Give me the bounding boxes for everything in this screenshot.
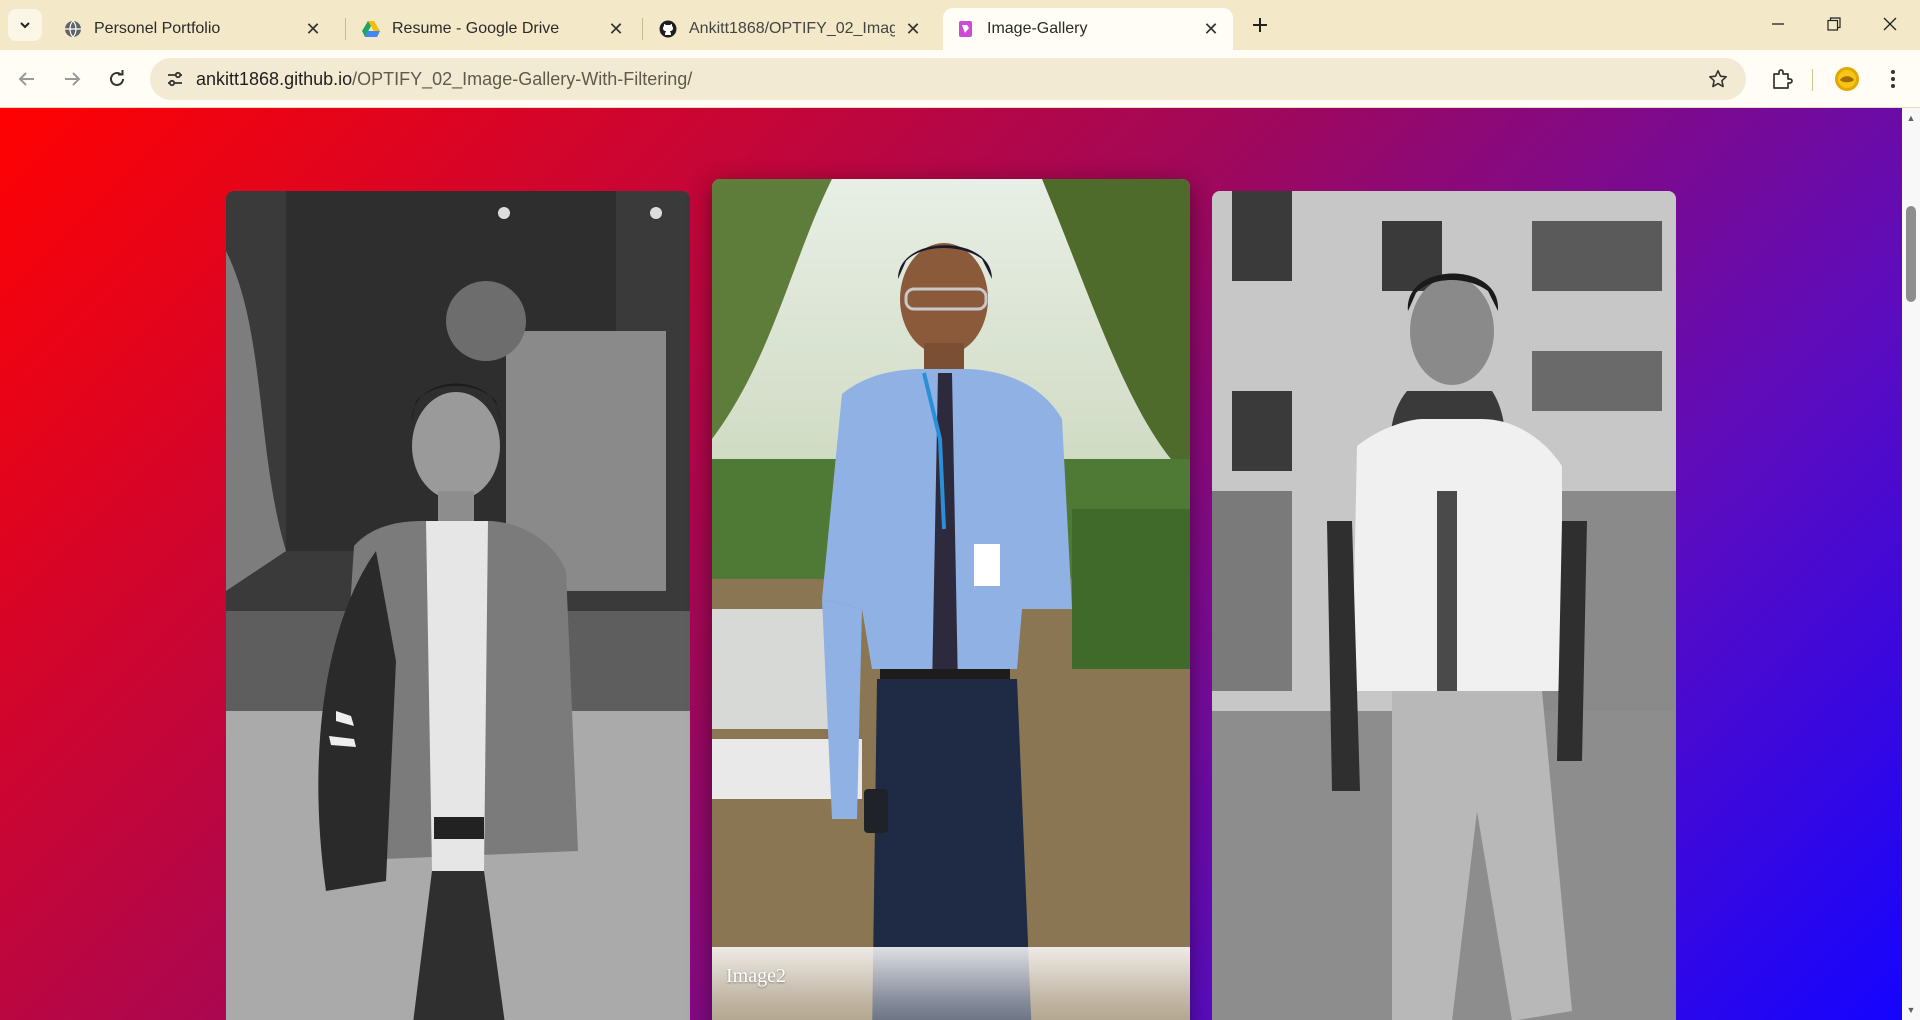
gallery-image-3[interactable] xyxy=(1212,191,1676,1020)
arrow-right-icon xyxy=(65,72,81,86)
google-drive-icon xyxy=(362,20,380,38)
minimize-icon xyxy=(1772,23,1784,25)
tab-label: Personel Portfolio xyxy=(94,20,221,37)
page-scrollbar[interactable]: ▲ ▼ xyxy=(1902,108,1920,1020)
profile-avatar[interactable] xyxy=(1830,62,1864,96)
reload-icon xyxy=(110,70,124,86)
forward-button[interactable] xyxy=(55,62,89,96)
url-host: ankitt1868.github.io xyxy=(196,69,353,89)
scrollbar-thumb[interactable] xyxy=(1906,206,1916,302)
gallery-icon xyxy=(957,20,975,38)
browser-menu-button[interactable] xyxy=(1876,62,1910,96)
bookmark-star-icon[interactable] xyxy=(1706,67,1730,91)
close-icon[interactable]: ✕ xyxy=(903,19,923,39)
puzzle-icon xyxy=(1773,69,1793,89)
plus-icon xyxy=(1253,18,1267,32)
site-info-icon[interactable] xyxy=(160,64,190,94)
new-tab-button[interactable] xyxy=(1245,10,1275,40)
arrow-left-icon xyxy=(18,72,34,86)
tab-divider xyxy=(345,18,346,40)
github-icon xyxy=(659,20,677,38)
globe-icon xyxy=(64,20,82,38)
back-button[interactable] xyxy=(10,62,44,96)
scroll-up-arrow-icon[interactable]: ▲ xyxy=(1902,110,1920,126)
close-icon xyxy=(1883,17,1897,31)
gallery-image-1[interactable] xyxy=(226,191,690,1020)
image-caption-text: Image2 xyxy=(726,965,786,987)
image-caption: Image2 xyxy=(712,947,1190,1020)
browser-toolbar: ankitt1868.github.io/OPTIFY_02_Image-Gal… xyxy=(0,50,1920,108)
reload-button[interactable] xyxy=(100,62,134,96)
scroll-down-arrow-icon[interactable]: ▼ xyxy=(1902,1002,1920,1018)
tab-search-button[interactable] xyxy=(8,9,42,41)
tab-label: Resume - Google Drive xyxy=(392,20,560,37)
close-icon[interactable]: ✕ xyxy=(606,19,626,39)
gallery-image-2[interactable]: Image2 xyxy=(712,179,1190,1020)
url-path: /OPTIFY_02_Image-Gallery-With-Filtering/ xyxy=(352,69,693,89)
restore-icon xyxy=(1827,17,1841,31)
tab-strip: Personel Portfolio ✕ Resume - Google Dri… xyxy=(0,0,1920,50)
tab-github-repo[interactable]: Ankitt1868/OPTIFY_02_Image-G ✕ xyxy=(645,8,935,50)
tab-resume-google-drive[interactable]: Resume - Google Drive ✕ xyxy=(348,8,638,50)
address-bar[interactable]: ankitt1868.github.io/OPTIFY_02_Image-Gal… xyxy=(150,58,1746,100)
minimize-button[interactable] xyxy=(1750,0,1806,48)
gallery-page: Image2 xyxy=(0,108,1902,1020)
url-text[interactable]: ankitt1868.github.io/OPTIFY_02_Image-Gal… xyxy=(196,69,692,90)
tab-divider xyxy=(642,18,643,40)
tab-label: Ankitt1868/OPTIFY_02_Image-G xyxy=(689,20,895,37)
tab-personel-portfolio[interactable]: Personel Portfolio ✕ xyxy=(50,8,335,50)
chevron-down-icon xyxy=(20,22,30,29)
toolbar-divider xyxy=(1812,69,1813,91)
more-vertical-icon xyxy=(1891,70,1895,88)
restore-button[interactable] xyxy=(1806,0,1862,48)
avatar-icon xyxy=(1835,67,1859,91)
tab-label: Image-Gallery xyxy=(987,20,1088,37)
close-icon[interactable]: ✕ xyxy=(1201,19,1221,39)
tab-image-gallery[interactable]: Image-Gallery ✕ xyxy=(943,8,1233,50)
close-icon[interactable]: ✕ xyxy=(303,19,323,39)
extensions-button[interactable] xyxy=(1765,62,1799,96)
close-window-button[interactable] xyxy=(1862,0,1918,48)
